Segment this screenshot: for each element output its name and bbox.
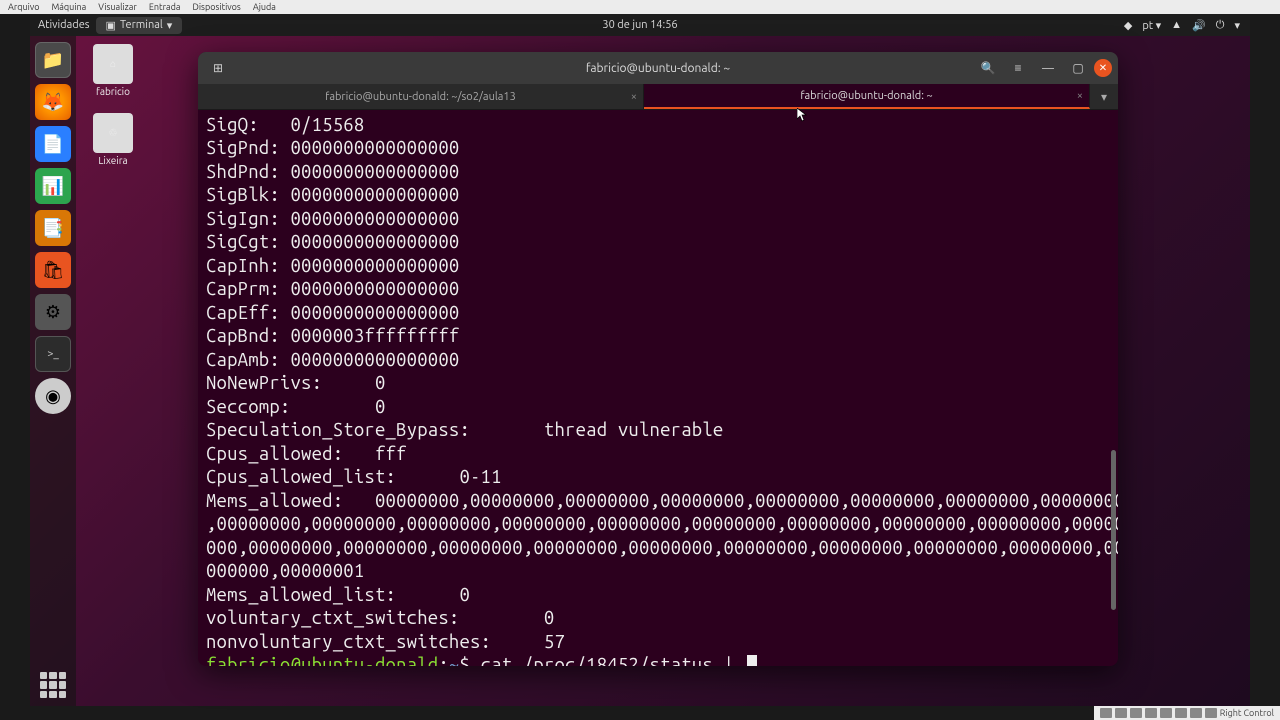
- dock-apps-grid[interactable]: [40, 672, 66, 698]
- vm-menu-item[interactable]: Entrada: [149, 2, 181, 12]
- terminal-output: SigQ: 0/15568 SigPnd: 0000000000000000 S…: [206, 115, 1118, 652]
- vm-menu-item[interactable]: Dispositivos: [193, 2, 241, 12]
- volume-icon[interactable]: 🔊: [1192, 19, 1206, 32]
- terminal-body[interactable]: SigQ: 0/15568 SigPnd: 0000000000000000 S…: [198, 110, 1118, 666]
- clock[interactable]: 30 de jun 14:56: [602, 19, 677, 31]
- gnome-topbar: Atividades ▣ Terminal ▾ 30 de jun 14:56 …: [30, 14, 1250, 36]
- vm-status-icon[interactable]: [1160, 708, 1172, 718]
- desktop-icon-label: Lixeira: [86, 155, 140, 166]
- activities-button[interactable]: Atividades: [38, 19, 90, 31]
- vm-status-icon[interactable]: [1190, 708, 1202, 718]
- desktop-icon-home[interactable]: ⌂ fabricio: [86, 44, 140, 97]
- vm-menu-item[interactable]: Máquina: [51, 2, 86, 12]
- app-menu[interactable]: ▣ Terminal ▾: [96, 17, 183, 34]
- cursor: [747, 655, 757, 666]
- prompt-user: fabricio@ubuntu-donald: [206, 655, 438, 666]
- vm-status-icon[interactable]: [1100, 708, 1112, 718]
- dock-terminal[interactable]: >_: [35, 336, 71, 372]
- desktop-icon-trash[interactable]: ♲ Lixeira: [86, 113, 140, 166]
- new-tab-button[interactable]: ⊞: [204, 57, 232, 79]
- command-input: cat /proc/18452/status |: [481, 655, 745, 666]
- terminal-tab-1[interactable]: fabricio@ubuntu-donald: ~ ×: [644, 84, 1090, 109]
- network-icon[interactable]: ▲: [1171, 19, 1182, 31]
- vm-host-key: Right Control: [1220, 708, 1274, 718]
- app-menu-label: Terminal: [120, 19, 163, 31]
- terminal-tab-0[interactable]: fabricio@ubuntu-donald: ~/so2/aula13 ×: [198, 84, 644, 109]
- language-indicator[interactable]: pt ▾: [1142, 19, 1161, 32]
- dock-disc[interactable]: ◉: [35, 378, 71, 414]
- dock-firefox[interactable]: 🦊: [35, 84, 71, 120]
- vm-menu-item[interactable]: Arquivo: [8, 2, 39, 12]
- desktop: Atividades ▣ Terminal ▾ 30 de jun 14:56 …: [30, 14, 1250, 706]
- home-folder-icon: ⌂: [93, 44, 133, 84]
- maximize-button[interactable]: ▢: [1064, 57, 1092, 79]
- tab-label: fabricio@ubuntu-donald: ~/so2/aula13: [325, 91, 516, 103]
- dock: 📁 🦊 📄 📊 📑 🛍 ⚙ >_ ◉: [30, 36, 76, 706]
- dock-settings[interactable]: ⚙: [35, 294, 71, 330]
- chevron-down-icon: ▾: [167, 19, 173, 32]
- vm-status-icon[interactable]: [1145, 708, 1157, 718]
- trash-icon: ♲: [93, 113, 133, 153]
- tab-close-icon[interactable]: ×: [1077, 90, 1083, 102]
- tabbar: fabricio@ubuntu-donald: ~/so2/aula13 × f…: [198, 84, 1118, 110]
- vm-menubar[interactable]: Arquivo Máquina Visualizar Entrada Dispo…: [0, 0, 1280, 14]
- tab-close-icon[interactable]: ×: [631, 91, 637, 103]
- close-button[interactable]: ✕: [1094, 59, 1112, 77]
- tab-label: fabricio@ubuntu-donald: ~: [800, 90, 932, 102]
- dock-calc[interactable]: 📊: [35, 168, 71, 204]
- vm-statusbar: Right Control: [1094, 706, 1280, 720]
- desktop-icon-label: fabricio: [86, 86, 140, 97]
- desktop-icons: ⌂ fabricio ♲ Lixeira: [86, 44, 140, 166]
- vm-menu-item[interactable]: Visualizar: [98, 2, 137, 12]
- minimize-button[interactable]: —: [1034, 57, 1062, 79]
- terminal-icon: ▣: [106, 19, 116, 32]
- search-button[interactable]: 🔍: [974, 57, 1002, 79]
- power-icon[interactable]: ⏻: [1216, 19, 1225, 32]
- chevron-down-icon[interactable]: ▾: [1234, 19, 1240, 32]
- titlebar[interactable]: ⊞ fabricio@ubuntu-donald: ~ 🔍 ≡ — ▢ ✕: [198, 52, 1118, 84]
- vm-menu-item[interactable]: Ajuda: [253, 2, 276, 12]
- prompt-path: ~: [449, 655, 460, 666]
- tab-dropdown[interactable]: ▾: [1090, 84, 1118, 109]
- dock-writer[interactable]: 📄: [35, 126, 71, 162]
- window-title: fabricio@ubuntu-donald: ~: [586, 62, 730, 75]
- vm-status-icon[interactable]: [1205, 708, 1217, 718]
- dock-impress[interactable]: 📑: [35, 210, 71, 246]
- terminal-window: ⊞ fabricio@ubuntu-donald: ~ 🔍 ≡ — ▢ ✕ fa…: [198, 52, 1118, 666]
- vm-status-icon[interactable]: [1175, 708, 1187, 718]
- dock-files[interactable]: 📁: [35, 42, 71, 78]
- vm-status-icon[interactable]: [1115, 708, 1127, 718]
- menu-button[interactable]: ≡: [1004, 57, 1032, 79]
- scrollbar[interactable]: [1111, 450, 1116, 610]
- vm-status-icon[interactable]: [1130, 708, 1142, 718]
- dock-software[interactable]: 🛍: [35, 252, 71, 288]
- notification-icon[interactable]: ◆: [1124, 19, 1132, 32]
